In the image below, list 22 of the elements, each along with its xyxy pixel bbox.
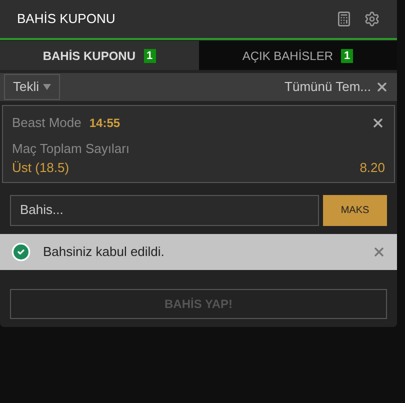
settings-icon[interactable] — [364, 11, 380, 27]
outcome: Üst (18.5) — [12, 159, 70, 177]
check-icon — [11, 242, 31, 262]
close-icon[interactable] — [372, 244, 386, 258]
close-icon[interactable] — [375, 80, 389, 94]
odds: 8.20 — [360, 159, 385, 177]
count-badge: 1 — [341, 48, 354, 62]
calculator-icon[interactable] — [336, 11, 352, 27]
tab[interactable]: AÇIK BAHİSLER 1 — [198, 41, 397, 70]
market-name: Maç Toplam Sayıları — [12, 140, 131, 158]
event-name: Beast Mode — [12, 114, 82, 132]
bet-type-dropdown[interactable]: Tekli — [4, 74, 60, 100]
stake-field[interactable]: Bahis... — [10, 194, 319, 226]
alert-message: Bahsiniz kabul edildi. — [43, 242, 166, 261]
caret-icon — [43, 84, 52, 90]
tab[interactable]: BAHİS KUPONU 1 — [0, 41, 198, 70]
count-badge: 1 — [144, 48, 156, 62]
clear-all-button[interactable]: Tümünü Tem... — [284, 77, 371, 97]
event-time: 14:55 — [89, 114, 120, 132]
max-button[interactable]: MAKS — [323, 194, 387, 226]
close-icon[interactable] — [371, 116, 385, 130]
panel-title: BAHİS KUPONU — [17, 10, 116, 28]
